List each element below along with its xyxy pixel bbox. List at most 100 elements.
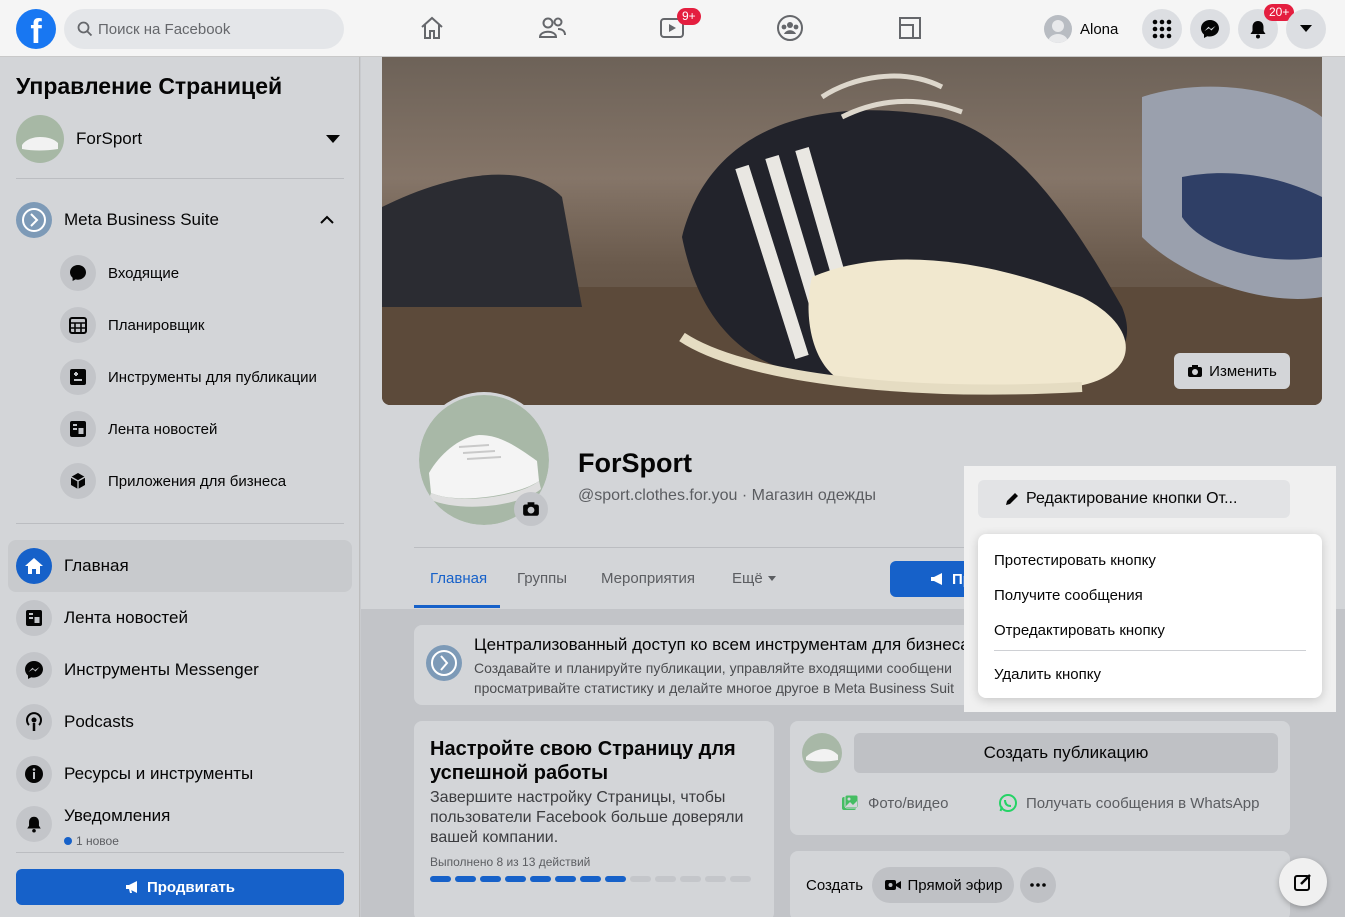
menu-grid-button[interactable] [1142,9,1182,49]
sidebar-item-label: Лента новостей [64,608,188,627]
home-icon[interactable] [416,12,448,44]
info-icon [16,756,52,792]
tab-more-label: Ещё [732,570,763,587]
edit-action-button[interactable]: Редактирование кнопки От... [978,480,1290,518]
mbs-card-line: Создавайте и планируйте публикации, упра… [474,660,952,676]
sidebar-item-label: Планировщик [108,316,205,334]
sidebar-item-label: Инструменты для публикации [108,368,317,386]
whatsapp-label: Получать сообщения в WhatsApp [1026,794,1260,812]
create-live-card: Создать Прямой эфир [790,851,1290,917]
menu-item-delete-button[interactable]: Удалить кнопку [994,666,1101,683]
photo-video-button[interactable]: Фото/видео [840,793,948,813]
grid-icon [1152,19,1172,39]
sidebar-item-business-apps[interactable]: Приложения для бизнеса [60,461,350,501]
promote-button[interactable]: Продвигать [16,869,344,905]
sidebar-item-inbox[interactable]: Входящие [60,253,350,293]
sidebar-item-label: Лента новостей [108,420,218,438]
page-selector[interactable]: ForSport [16,115,344,163]
page-name: ForSport [76,129,143,148]
camera-icon [523,502,539,516]
user-profile-link[interactable]: Alona [1044,12,1118,46]
create-post-card: Создать публикацию Фото/видео Получать с… [790,721,1290,835]
gaming-icon[interactable] [894,12,926,44]
unread-dot-icon [64,837,72,845]
setup-progress-text: Выполнено 8 из 13 действий [430,855,591,869]
sidebar-item-publishing-tools[interactable]: Инструменты для публикации [60,357,350,397]
meta-business-suite-label: Meta Business Suite [64,210,219,229]
page-handle: @sport.clothes.for.you · Магазин одежды [578,487,876,504]
whatsapp-messages-button[interactable]: Получать сообщения в WhatsApp [998,793,1259,813]
more-options-button[interactable] [1020,867,1056,903]
create-post-button[interactable]: Создать публикацию [854,733,1278,773]
divider [16,852,344,853]
change-profile-photo-button[interactable] [514,492,548,526]
menu-item-test-button[interactable]: Протестировать кнопку [994,552,1156,569]
sidebar-item-label: Главная [64,556,129,575]
sidebar-item-label: Входящие [108,264,180,282]
sidebar-item-podcasts[interactable]: Podcasts [8,696,352,748]
sidebar-item-notifications[interactable]: Уведомления [8,796,352,848]
notifications-new-text: 1 новое [76,834,119,848]
tab-events[interactable]: Мероприятия [601,570,695,587]
chevron-down-icon [1300,25,1312,32]
sidebar-item-news-feed-main[interactable]: Лента новостей [8,592,352,644]
chevron-up-icon[interactable] [320,215,334,225]
sidebar-item-home[interactable]: Главная [8,540,352,592]
progress-segment [455,876,476,882]
podcast-icon [16,704,52,740]
edit-cover-label: Изменить [1209,362,1277,380]
messenger-button[interactable] [1190,9,1230,49]
bell-icon [1250,21,1266,39]
meta-business-suite-header[interactable]: Meta Business Suite [16,202,344,238]
mbs-card-description: Создавайте и планируйте публикации, упра… [474,658,954,698]
groups-icon[interactable] [774,12,806,44]
news-feed-icon [60,411,96,447]
camera-icon [1188,365,1203,377]
page-avatar [802,733,842,773]
friends-icon[interactable] [536,12,568,44]
tab-groups[interactable]: Группы [517,570,567,587]
menu-divider [994,650,1306,651]
progress-segment [430,876,451,882]
action-button-menu: Протестировать кнопку Получите сообщения… [978,534,1322,698]
search-input[interactable] [98,9,334,49]
create-label: Создать [806,877,864,894]
megaphone-icon [125,881,137,893]
megaphone-icon [931,573,942,585]
progress-segment [680,876,701,882]
search-box[interactable] [64,9,344,49]
divider [16,523,344,524]
caret-down-icon [767,576,776,581]
news-feed-icon [16,600,52,636]
sidebar-item-planner[interactable]: Планировщик [60,305,350,345]
sidebar-item-resources[interactable]: Ресурсы и инструменты [8,748,352,800]
video-camera-icon [884,880,901,890]
watch-badge: 9+ [677,8,701,25]
publishing-tools-icon [60,359,96,395]
sidebar-item-label: Podcasts [64,712,134,731]
caret-down-icon[interactable] [326,135,340,143]
whatsapp-icon [999,794,1017,812]
facebook-logo[interactable]: f [16,9,56,49]
new-message-button[interactable] [1279,858,1327,906]
sidebar-item-label: Уведомления [64,806,171,825]
photo-video-label: Фото/видео [868,794,949,812]
bell-icon [16,806,52,842]
tab-more[interactable]: Ещё [732,570,777,587]
setup-card-title: Настройте свою Страницу для успешной раб… [430,738,736,784]
page-title: ForSport [578,448,692,478]
edit-cover-button[interactable]: Изменить [1174,353,1290,389]
menu-item-get-messages[interactable]: Получите сообщения [994,587,1143,604]
account-menu-button[interactable] [1286,9,1326,49]
sidebar-item-news-feed[interactable]: Лента новостей [60,409,350,449]
sidebar-item-label: Ресурсы и инструменты [64,764,254,783]
apps-icon [60,463,96,499]
sidebar-item-label: Инструменты Messenger [64,660,259,679]
mbs-card-line: просматривайте статистику и делайте мног… [474,680,954,696]
live-video-button[interactable]: Прямой эфир [872,867,1014,903]
tab-home[interactable]: Главная [430,570,487,587]
progress-segment [555,876,576,882]
left-sidebar: Управление Страницей ForSport Meta Busin… [0,57,360,917]
sidebar-item-messenger-tools[interactable]: Инструменты Messenger [8,644,352,696]
menu-item-edit-button[interactable]: Отредактировать кнопку [994,622,1165,639]
